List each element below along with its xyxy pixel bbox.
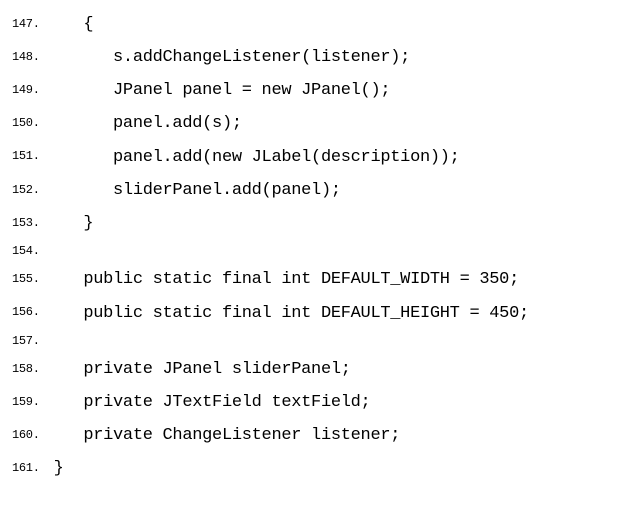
code-text: public static final int DEFAULT_HEIGHT =… bbox=[54, 297, 529, 330]
line-number: 157. bbox=[12, 330, 54, 353]
code-row: 152. sliderPanel.add(panel); bbox=[12, 174, 529, 207]
line-number: 158. bbox=[12, 353, 54, 386]
code-text: sliderPanel.add(panel); bbox=[54, 174, 529, 207]
code-text bbox=[54, 240, 529, 263]
code-row: 157. bbox=[12, 330, 529, 353]
line-number: 152. bbox=[12, 174, 54, 207]
code-text: private JTextField textField; bbox=[54, 386, 529, 419]
line-number: 150. bbox=[12, 107, 54, 140]
code-text: private JPanel sliderPanel; bbox=[54, 353, 529, 386]
code-row: 151. panel.add(new JLabel(description)); bbox=[12, 141, 529, 174]
code-text: public static final int DEFAULT_WIDTH = … bbox=[54, 263, 529, 296]
line-number: 155. bbox=[12, 263, 54, 296]
line-number: 153. bbox=[12, 207, 54, 240]
code-text: JPanel panel = new JPanel(); bbox=[54, 74, 529, 107]
code-text: } bbox=[54, 452, 529, 485]
code-row: 147. { bbox=[12, 8, 529, 41]
code-row: 159. private JTextField textField; bbox=[12, 386, 529, 419]
line-number: 156. bbox=[12, 297, 54, 330]
line-number: 147. bbox=[12, 8, 54, 41]
line-number: 159. bbox=[12, 386, 54, 419]
code-text: private ChangeListener listener; bbox=[54, 419, 529, 452]
code-row: 161. } bbox=[12, 452, 529, 485]
code-text: panel.add(s); bbox=[54, 107, 529, 140]
line-number: 151. bbox=[12, 141, 54, 174]
line-number: 160. bbox=[12, 419, 54, 452]
code-text: { bbox=[54, 8, 529, 41]
code-row: 153. } bbox=[12, 207, 529, 240]
line-number: 154. bbox=[12, 240, 54, 263]
code-listing: 147. { 148. s.addChangeListener(listener… bbox=[12, 8, 529, 486]
code-row: 154. bbox=[12, 240, 529, 263]
code-row: 149. JPanel panel = new JPanel(); bbox=[12, 74, 529, 107]
code-text: panel.add(new JLabel(description)); bbox=[54, 141, 529, 174]
code-row: 148. s.addChangeListener(listener); bbox=[12, 41, 529, 74]
code-row: 155. public static final int DEFAULT_WID… bbox=[12, 263, 529, 296]
code-row: 150. panel.add(s); bbox=[12, 107, 529, 140]
code-text: s.addChangeListener(listener); bbox=[54, 41, 529, 74]
code-text bbox=[54, 330, 529, 353]
code-row: 156. public static final int DEFAULT_HEI… bbox=[12, 297, 529, 330]
line-number: 149. bbox=[12, 74, 54, 107]
code-text: } bbox=[54, 207, 529, 240]
line-number: 161. bbox=[12, 452, 54, 485]
line-number: 148. bbox=[12, 41, 54, 74]
code-row: 158. private JPanel sliderPanel; bbox=[12, 353, 529, 386]
code-row: 160. private ChangeListener listener; bbox=[12, 419, 529, 452]
